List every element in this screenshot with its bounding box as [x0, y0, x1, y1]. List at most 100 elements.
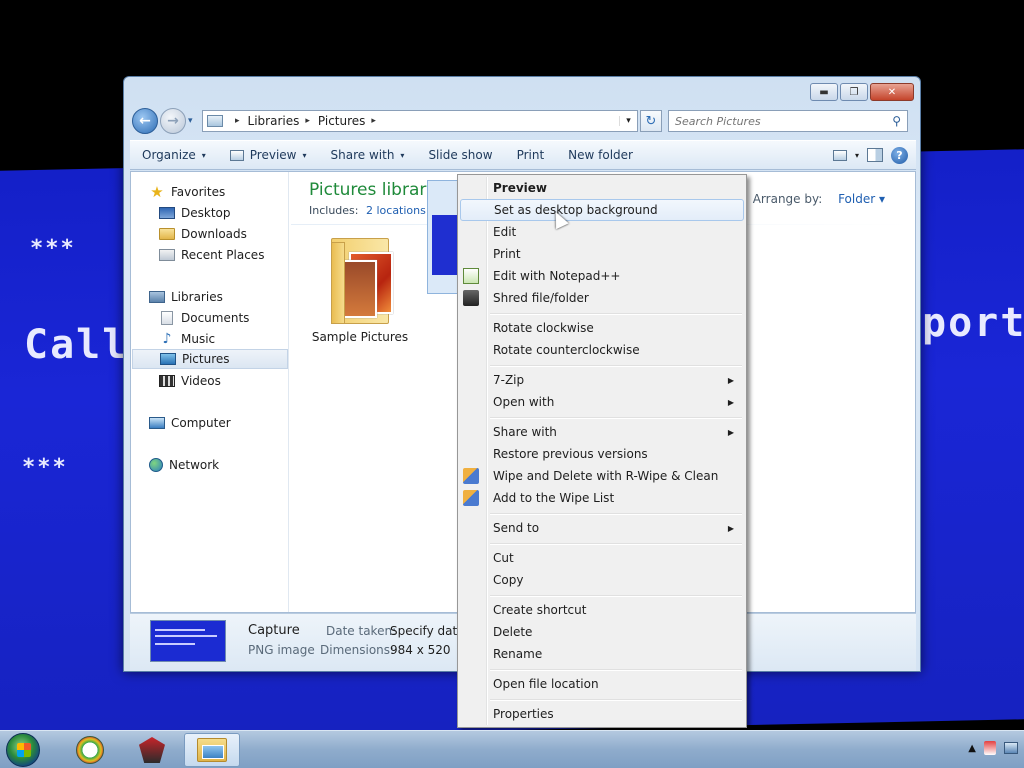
- maximize-button[interactable]: ❐: [840, 83, 868, 101]
- sidebar-item-label: Pictures: [182, 352, 230, 366]
- taskbar: ▲: [0, 730, 1024, 768]
- preview-button[interactable]: Preview ▾: [218, 141, 319, 169]
- dimensions-value: 984 x 520: [390, 643, 451, 657]
- shredder-icon: [463, 290, 479, 306]
- address-dropdown-icon[interactable]: ▾: [619, 116, 637, 126]
- menu-item-preview[interactable]: Preview: [460, 177, 744, 199]
- navigation-bar: ← → ▾ ▸ Libraries ▸ Pictures ▸ ▾ ↻ ⚲: [132, 107, 914, 135]
- preview-pane-icon[interactable]: [867, 148, 883, 162]
- menu-item-share-with[interactable]: Share with ▶: [460, 421, 744, 443]
- sidebar-item-favorites[interactable]: ★ Favorites: [149, 182, 305, 202]
- submenu-arrow-icon: ▶: [727, 397, 734, 407]
- network-tray-icon[interactable]: [1004, 742, 1018, 754]
- menu-item-7zip[interactable]: 7-Zip ▶: [460, 369, 744, 391]
- search-icon[interactable]: ⚲: [892, 114, 901, 128]
- details-thumbnail: [150, 620, 226, 662]
- library-icon: [207, 115, 223, 127]
- menu-item-create-shortcut[interactable]: Create shortcut: [460, 599, 744, 621]
- bsod-line: Call: [24, 322, 129, 368]
- menu-item-label: Wipe and Delete with R-Wipe & Clean: [493, 469, 719, 483]
- arrange-by-dropdown[interactable]: Folder ▾: [838, 192, 885, 206]
- submenu-arrow-icon: ▶: [727, 375, 734, 385]
- menu-item-send-to[interactable]: Send to ▶: [460, 517, 744, 539]
- menu-item-set-desktop-background[interactable]: Set as desktop background: [460, 199, 744, 221]
- action-center-flag-icon[interactable]: [984, 741, 996, 755]
- start-button[interactable]: [6, 733, 40, 767]
- sidebar-item-label: Favorites: [171, 185, 226, 199]
- menu-item-edit[interactable]: Edit: [460, 221, 744, 243]
- taskbar-app-crest[interactable]: [124, 733, 180, 767]
- preview-label: Preview: [249, 148, 297, 162]
- new-folder-button[interactable]: New folder: [556, 141, 645, 169]
- menu-item-label: Create shortcut: [493, 603, 587, 617]
- show-hidden-icons-button[interactable]: ▲: [968, 743, 976, 754]
- breadcrumb-libraries[interactable]: Libraries: [248, 114, 300, 128]
- sidebar-item-computer[interactable]: Computer: [149, 413, 305, 433]
- refresh-button[interactable]: ↻: [640, 110, 662, 132]
- breadcrumb-separator[interactable]: ▸: [371, 116, 376, 126]
- menu-item-delete[interactable]: Delete: [460, 621, 744, 643]
- menu-item-rename[interactable]: Rename: [460, 643, 744, 665]
- menu-separator: [490, 669, 742, 671]
- date-taken-label: Date taken:: [326, 624, 397, 638]
- minimize-button[interactable]: ▬: [810, 83, 838, 101]
- details-file-type: PNG image: [248, 643, 315, 657]
- address-bar[interactable]: ▸ Libraries ▸ Pictures ▸ ▾: [202, 110, 638, 132]
- help-icon[interactable]: ?: [891, 146, 908, 164]
- search-input[interactable]: [675, 114, 893, 128]
- locations-link[interactable]: 2 locations: [366, 204, 426, 217]
- chevron-down-icon[interactable]: ▾: [855, 151, 859, 160]
- close-button[interactable]: ✕: [870, 83, 914, 101]
- print-button[interactable]: Print: [505, 141, 557, 169]
- breadcrumb-pictures[interactable]: Pictures: [318, 114, 366, 128]
- menu-item-copy[interactable]: Copy: [460, 569, 744, 591]
- breadcrumb-separator[interactable]: ▸: [235, 116, 240, 126]
- menu-item-open-with[interactable]: Open with ▶: [460, 391, 744, 413]
- change-view-icon[interactable]: [832, 149, 847, 161]
- menu-item-add-to-wipe-list[interactable]: Add to the Wipe List: [460, 487, 744, 509]
- menu-item-rotate-counterclockwise[interactable]: Rotate counterclockwise: [460, 339, 744, 361]
- breadcrumb-separator[interactable]: ▸: [305, 116, 310, 126]
- share-with-button[interactable]: Share with ▾: [319, 141, 417, 169]
- back-button[interactable]: ←: [132, 108, 158, 134]
- menu-item-label: Preview: [493, 181, 548, 195]
- slide-show-button[interactable]: Slide show: [416, 141, 504, 169]
- menu-item-wipe-and-delete[interactable]: Wipe and Delete with R-Wipe & Clean: [460, 465, 744, 487]
- menu-item-restore-previous-versions[interactable]: Restore previous versions: [460, 443, 744, 465]
- file-item-capture[interactable]: [427, 180, 461, 294]
- menu-item-rotate-clockwise[interactable]: Rotate clockwise: [460, 317, 744, 339]
- menu-item-edit-notepadpp[interactable]: Edit with Notepad++: [460, 265, 744, 287]
- notepadpp-icon: [463, 268, 479, 284]
- chevron-down-icon: ▾: [302, 150, 307, 160]
- menu-item-properties[interactable]: Properties: [460, 703, 744, 725]
- taskbar-app-speedometer[interactable]: [62, 733, 118, 767]
- caption-buttons: ▬ ❐ ✕: [810, 83, 914, 101]
- sidebar-item-label: Documents: [181, 311, 250, 325]
- menu-item-label: Rotate counterclockwise: [493, 343, 640, 357]
- menu-item-label: Print: [493, 247, 521, 261]
- menu-item-open-file-location[interactable]: Open file location: [460, 673, 744, 695]
- folder-front-shape: [331, 242, 345, 324]
- rwipe-icon: [463, 468, 479, 484]
- organize-button[interactable]: Organize ▾: [130, 141, 218, 169]
- menu-item-label: Rotate clockwise: [493, 321, 594, 335]
- menu-item-shred[interactable]: Shred file/folder: [460, 287, 744, 309]
- menu-separator: [490, 543, 742, 545]
- chevron-down-icon: ▾: [400, 150, 405, 160]
- recent-pages-dropdown[interactable]: ▾: [188, 116, 198, 126]
- menu-item-cut[interactable]: Cut: [460, 547, 744, 569]
- search-box[interactable]: ⚲: [668, 110, 908, 132]
- folder-photo-shape: [343, 260, 377, 318]
- forward-button[interactable]: →: [160, 108, 186, 134]
- bsod-line: port: [922, 300, 1024, 346]
- sidebar-item-libraries[interactable]: Libraries: [149, 287, 305, 307]
- details-file-name: Capture: [248, 623, 300, 638]
- sidebar-item-pictures[interactable]: Pictures: [132, 349, 288, 369]
- taskbar-app-explorer[interactable]: [184, 733, 240, 767]
- menu-item-print[interactable]: Print: [460, 243, 744, 265]
- sidebar-item-network[interactable]: Network: [149, 455, 305, 475]
- arrange-by-label: Arrange by:: [752, 192, 823, 206]
- file-item-sample-pictures[interactable]: Sample Pictures: [305, 232, 415, 344]
- menu-separator: [490, 365, 742, 367]
- menu-item-label: Cut: [493, 551, 514, 565]
